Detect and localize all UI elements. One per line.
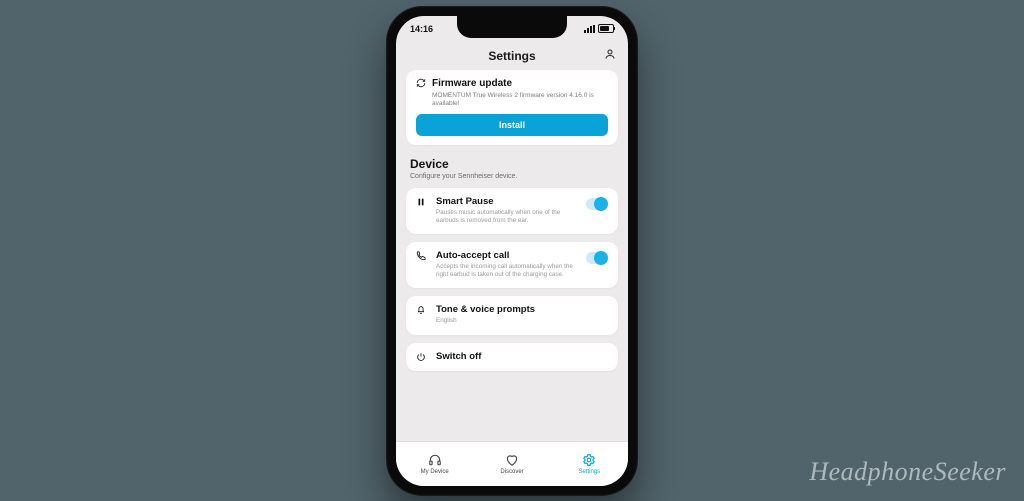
page-header: Settings [396, 42, 628, 70]
tone-title: Tone & voice prompts [436, 304, 608, 315]
phone-notch [457, 16, 567, 38]
watermark: HeadphoneSeeker [809, 457, 1006, 487]
auto-accept-card[interactable]: Auto-accept call Accepts the incoming ca… [406, 242, 618, 288]
phone-frame: 14:16 Settings Firmware update MOMENTUM … [386, 6, 638, 496]
smart-pause-title: Smart Pause [436, 196, 578, 207]
device-section-subtitle: Configure your Sennheiser device. [410, 173, 614, 180]
status-indicators [584, 24, 614, 33]
headphones-icon [428, 453, 442, 467]
firmware-title: Firmware update [432, 78, 512, 89]
firmware-title-row: Firmware update [416, 78, 608, 89]
firmware-subtitle: MOMENTUM True Wireless 2 firmware versio… [432, 92, 608, 108]
page-title: Settings [488, 49, 535, 63]
phone-icon [416, 251, 428, 261]
tab-discover[interactable]: Discover [473, 442, 550, 486]
install-button[interactable]: Install [416, 114, 608, 136]
battery-icon [598, 24, 614, 33]
content-scroll[interactable]: Firmware update MOMENTUM True Wireless 2… [396, 70, 628, 448]
tab-my-device-label: My Device [421, 469, 449, 475]
device-section-header: Device Configure your Sennheiser device. [406, 153, 618, 180]
tab-discover-label: Discover [500, 469, 523, 475]
profile-icon[interactable] [604, 48, 616, 60]
pause-icon [416, 197, 428, 207]
firmware-update-card: Firmware update MOMENTUM True Wireless 2… [406, 70, 618, 145]
smart-pause-card[interactable]: Smart Pause Pauses music automatically w… [406, 188, 618, 234]
auto-accept-subtitle: Accepts the incoming call automatically … [436, 263, 578, 279]
signal-icon [584, 25, 595, 33]
phone-screen: 14:16 Settings Firmware update MOMENTUM … [396, 16, 628, 486]
device-section-title: Device [410, 157, 614, 171]
switch-off-card[interactable]: Switch off [406, 343, 618, 371]
bell-icon [416, 305, 428, 315]
smart-pause-toggle[interactable] [586, 198, 608, 210]
auto-accept-toggle[interactable] [586, 252, 608, 264]
power-icon [416, 352, 428, 362]
status-time: 14:16 [410, 24, 433, 34]
bottom-tab-bar: My Device Discover Settings [396, 441, 628, 486]
gear-icon [582, 453, 596, 467]
tone-subtitle: English [436, 317, 608, 325]
tone-prompts-card[interactable]: Tone & voice prompts English [406, 296, 618, 334]
tab-settings-label: Settings [578, 469, 600, 475]
smart-pause-subtitle: Pauses music automatically when one of t… [436, 209, 578, 225]
tab-my-device[interactable]: My Device [396, 442, 473, 486]
heart-icon [505, 453, 519, 467]
auto-accept-title: Auto-accept call [436, 250, 578, 261]
tab-settings[interactable]: Settings [551, 442, 628, 486]
refresh-icon [416, 78, 426, 88]
switch-off-title: Switch off [436, 351, 608, 362]
